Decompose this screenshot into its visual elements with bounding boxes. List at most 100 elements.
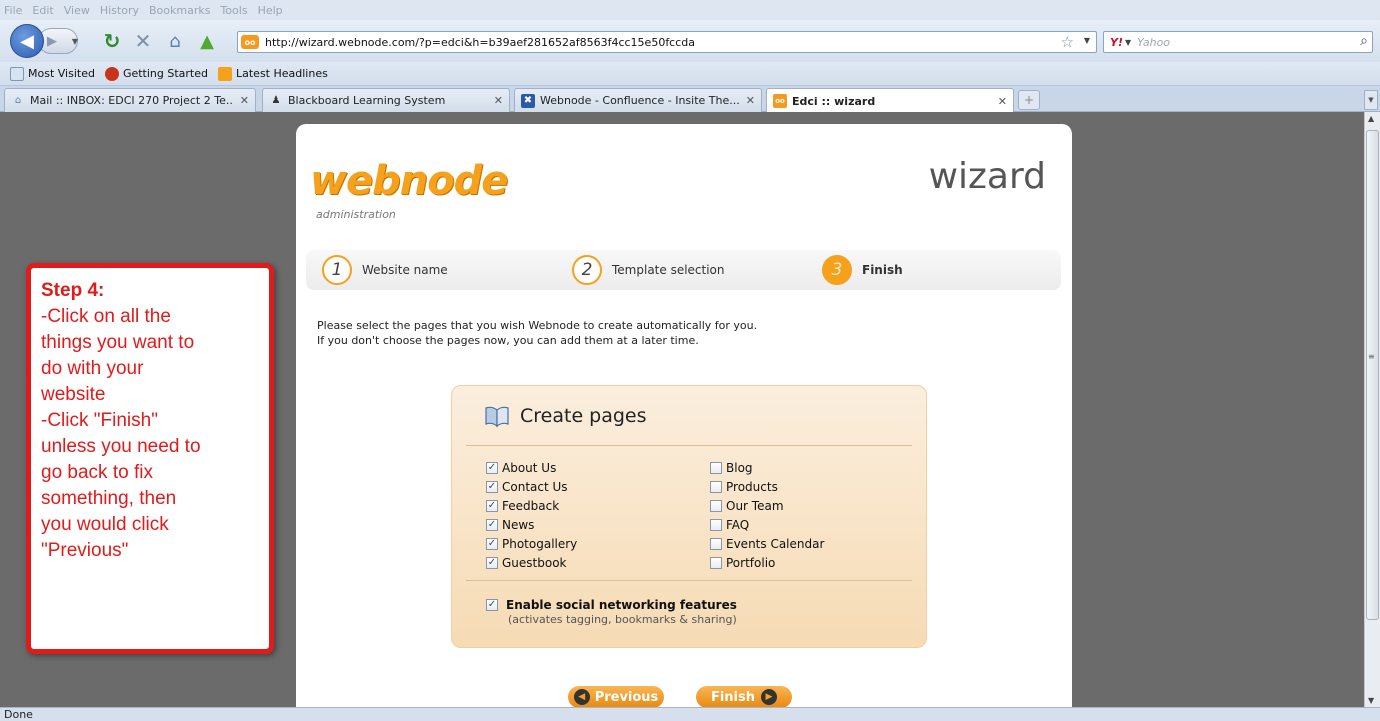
arrow-left-icon: ◀ <box>573 689 590 705</box>
instruction-annotation: Step 4: -Click on all the things you wan… <box>26 263 274 654</box>
bookmark-latest-headlines[interactable]: Latest Headlines <box>218 66 328 81</box>
search-engine-dropdown-icon[interactable]: ▼ <box>1125 38 1131 47</box>
bookmarks-toolbar: Most Visited Getting Started Latest Head… <box>0 62 1380 86</box>
create-pages-box: Create pages ✓ About Us ✓ Contact Us ✓ Feed… <box>451 385 927 648</box>
scroll-up-icon[interactable]: ▲ <box>1368 114 1374 123</box>
home-icon: ⌂ <box>14 95 22 106</box>
tab-confluence[interactable]: ✖ Webnode - Confluence - Insite The... ✕ <box>514 88 762 112</box>
bookmark-most-visited[interactable]: Most Visited <box>10 66 95 81</box>
logo-subtitle: administration <box>316 208 396 221</box>
stop-button[interactable]: ✕ <box>131 29 155 53</box>
addon-button[interactable]: ▲ <box>195 29 219 53</box>
annotation-line: do with your <box>41 358 144 379</box>
reload-button[interactable]: ↻ <box>100 29 124 53</box>
bookmark-star-icon[interactable]: ☆ <box>1061 33 1074 51</box>
bookmark-label: Latest Headlines <box>236 67 328 80</box>
menu-history[interactable]: History <box>100 4 139 17</box>
page-option-events-calendar[interactable]: Events Calendar <box>710 534 824 553</box>
search-bar[interactable]: Y! ▼ Yahoo ⌕ <box>1103 31 1373 53</box>
url-dropdown-icon[interactable]: ▼ <box>1084 36 1090 45</box>
checkbox[interactable] <box>710 537 722 550</box>
menu-file[interactable]: File <box>4 4 22 17</box>
checkbox[interactable]: ✓ <box>486 461 498 474</box>
page-option-news[interactable]: ✓ News <box>486 515 577 534</box>
new-tab-button[interactable]: + <box>1018 90 1040 110</box>
wizard-steps: 1 Website name 2 Template selection 3 Fi… <box>306 250 1061 290</box>
box-title: Create pages <box>520 405 647 427</box>
page-option-faq[interactable]: FAQ <box>710 515 824 534</box>
tab-wizard[interactable]: oo Edci :: wizard ✕ <box>766 88 1014 113</box>
checkbox[interactable]: ✓ <box>486 518 498 531</box>
step-template-selection: 2 Template selection <box>572 255 725 285</box>
page-option-guestbook[interactable]: ✓ Guestbook <box>486 553 577 572</box>
page-option-contact-us[interactable]: ✓ Contact Us <box>486 477 577 496</box>
vertical-scrollbar[interactable]: ▲ ≡ ▼ <box>1364 112 1380 707</box>
tab-label: Edci :: wizard <box>792 94 876 108</box>
search-icon[interactable]: ⌕ <box>1360 33 1368 49</box>
social-networking-option[interactable]: ✓ Enable social networking features (act… <box>486 595 737 626</box>
page-option-our-team[interactable]: Our Team <box>710 496 824 515</box>
option-label: Portfolio <box>726 555 776 570</box>
menu-bookmarks[interactable]: Bookmarks <box>149 4 210 17</box>
page-option-about-us[interactable]: ✓ About Us <box>486 458 577 477</box>
step-label: Website name <box>362 263 448 277</box>
checkbox[interactable]: ✓ <box>486 556 498 569</box>
checkbox[interactable]: ✓ <box>486 598 498 611</box>
tab-label: Mail :: INBOX: EDCI 270 Project 2 Te... <box>30 94 234 107</box>
scroll-thumb[interactable] <box>1366 130 1379 620</box>
checkbox[interactable] <box>710 461 722 474</box>
checkbox[interactable]: ✓ <box>486 499 498 512</box>
checkbox[interactable]: ✓ <box>486 537 498 550</box>
confluence-icon: ✖ <box>521 93 535 108</box>
checkbox[interactable] <box>710 556 722 569</box>
page-option-portfolio[interactable]: Portfolio <box>710 553 824 572</box>
menu-edit[interactable]: Edit <box>32 4 53 17</box>
previous-button[interactable]: ◀ Previous <box>568 686 664 707</box>
page-option-photogallery[interactable]: ✓ Photogallery <box>486 534 577 553</box>
chevron-down-icon: ▼ <box>1368 96 1374 104</box>
tab-blackboard[interactable]: ♟ Blackboard Learning System ✕ <box>262 88 510 112</box>
annotation-line: something, then <box>41 488 177 509</box>
page-option-feedback[interactable]: ✓ Feedback <box>486 496 577 515</box>
annotation-line: -Click "Finish" <box>41 410 158 431</box>
address-input[interactable]: http://wizard.webnode.com/?p=edci&h=b39a… <box>265 36 695 49</box>
tab-close-icon[interactable]: ✕ <box>494 94 503 107</box>
checkbox[interactable]: ✓ <box>486 480 498 493</box>
home-button[interactable]: ⌂ <box>163 29 187 53</box>
tab-list-button[interactable]: ▼ <box>1364 90 1378 110</box>
menu-help[interactable]: Help <box>258 4 283 17</box>
tab-close-icon[interactable]: ✕ <box>240 94 249 107</box>
menu-view[interactable]: View <box>64 4 90 17</box>
checkbox[interactable] <box>710 518 722 531</box>
page-title: wizard <box>928 156 1046 197</box>
grip-icon: ≡ <box>1368 352 1375 361</box>
scroll-down-icon[interactable]: ▼ <box>1368 696 1374 705</box>
page-viewport: webnode administration wizard 1 Website … <box>0 112 1364 707</box>
search-input[interactable]: Yahoo <box>1137 36 1170 49</box>
tab-close-icon[interactable]: ✕ <box>998 95 1007 108</box>
tab-mail[interactable]: ⌂ Mail :: INBOX: EDCI 270 Project 2 Te..… <box>4 88 256 112</box>
bookmark-getting-started[interactable]: Getting Started <box>104 66 208 81</box>
back-arrow-icon: ◀ <box>20 30 34 52</box>
divider <box>466 445 912 446</box>
menu-bar: File Edit View History Bookmarks Tools H… <box>0 0 1380 20</box>
address-bar[interactable]: oo http://wizard.webnode.com/?p=edci&h=b… <box>237 31 1097 53</box>
step-number: 2 <box>572 255 602 285</box>
history-dropdown-button[interactable]: ▼ <box>68 30 82 52</box>
annotation-line: you would click <box>41 514 169 535</box>
book-icon <box>485 406 509 428</box>
page-option-products[interactable]: Products <box>710 477 824 496</box>
page-option-blog[interactable]: Blog <box>710 458 824 477</box>
checkbox[interactable] <box>710 499 722 512</box>
social-label: Enable social networking features <box>506 597 737 612</box>
search-engine-logo[interactable]: Y! <box>1110 36 1123 49</box>
home-icon: ⌂ <box>169 30 181 52</box>
finish-button[interactable]: Finish ▶ <box>696 686 792 707</box>
menu-tools[interactable]: Tools <box>220 4 247 17</box>
status-text: Done <box>4 708 33 721</box>
step-finish: 3 Finish <box>822 255 903 285</box>
back-button[interactable]: ◀ <box>10 24 44 58</box>
option-label: Blog <box>726 460 753 475</box>
tab-close-icon[interactable]: ✕ <box>746 94 755 107</box>
checkbox[interactable] <box>710 480 722 493</box>
